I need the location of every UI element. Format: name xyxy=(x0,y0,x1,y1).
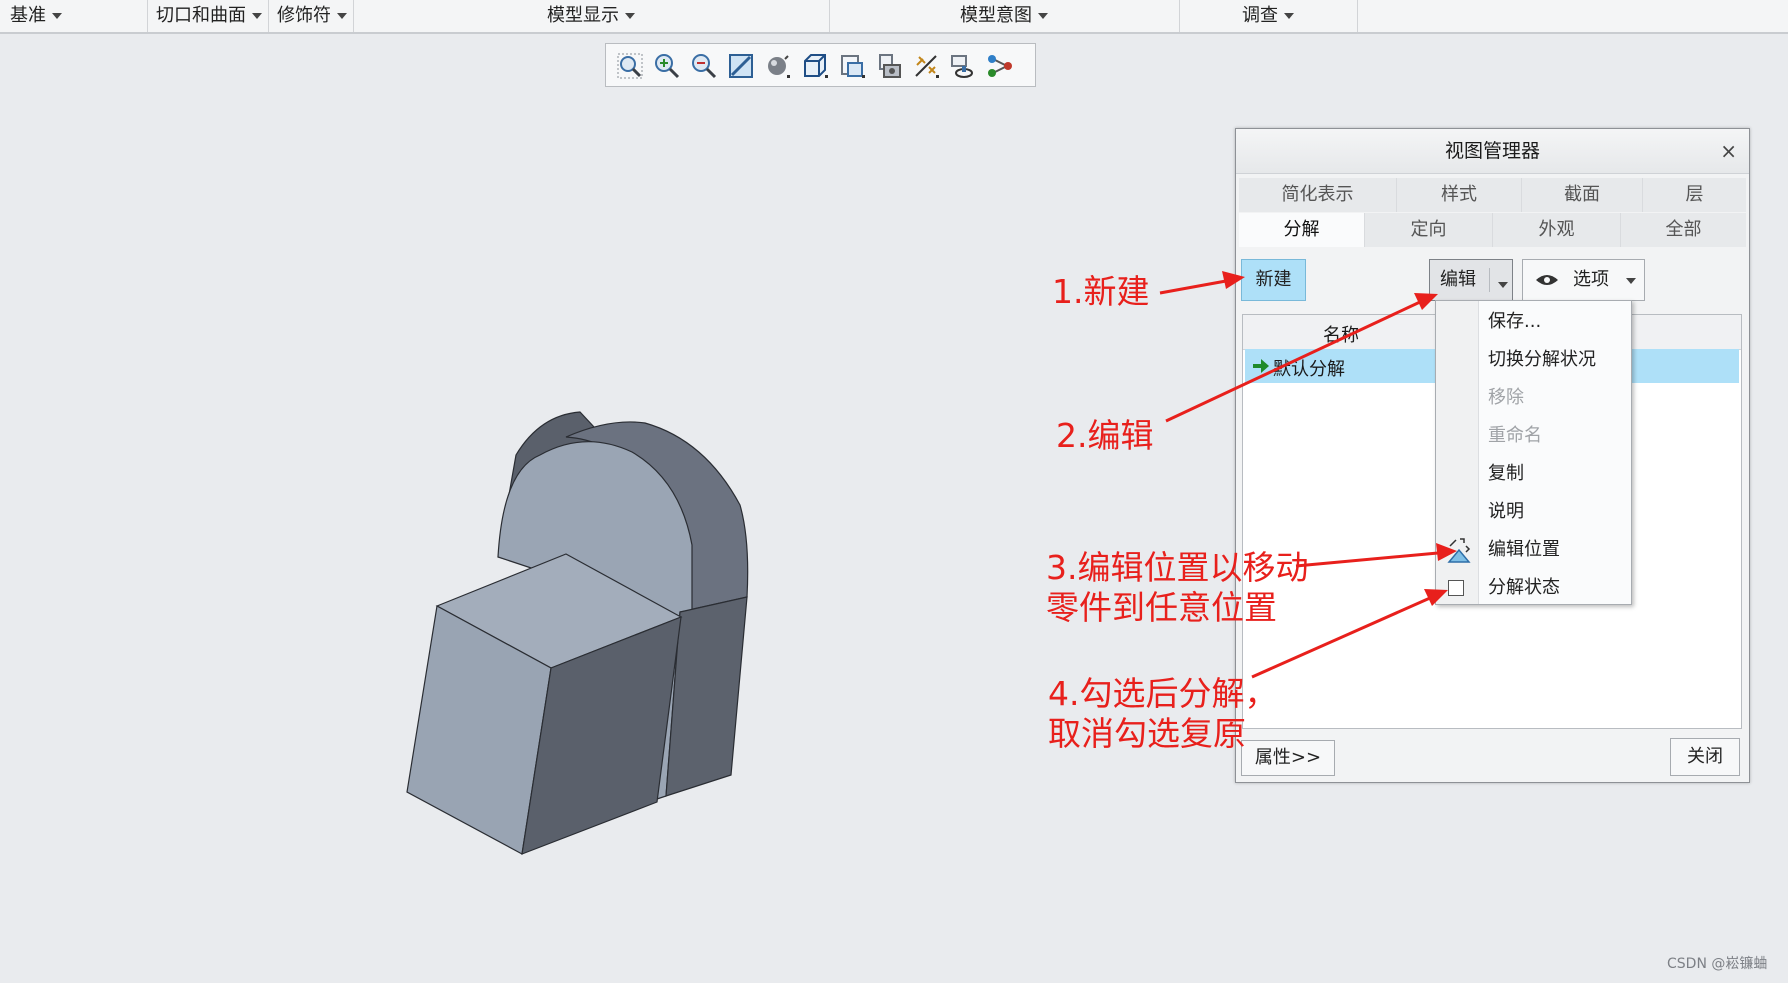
dialog-title: 视图管理器 xyxy=(1444,140,1540,162)
list-item-label: 默认分解 xyxy=(1273,359,1345,380)
chevron-down-icon xyxy=(1284,13,1294,19)
menu-item-rename: 重命名 xyxy=(1488,425,1542,446)
explode-state-checkbox[interactable] xyxy=(1448,580,1464,596)
chevron-down-icon xyxy=(625,13,635,19)
edit-button[interactable]: 编辑 xyxy=(1429,259,1513,301)
chevron-down-icon xyxy=(337,13,347,19)
ribbon-group-investigate[interactable]: 调查 xyxy=(1180,0,1358,32)
repaint-icon[interactable] xyxy=(726,51,756,81)
chevron-down-icon xyxy=(1626,278,1636,284)
ribbon-group-label: 调查 xyxy=(1242,5,1278,26)
tab-explode[interactable]: 分解 xyxy=(1239,213,1365,247)
new-button[interactable]: 新建 xyxy=(1241,259,1306,301)
tab-layer[interactable]: 层 xyxy=(1643,178,1746,212)
perspective-icon[interactable] xyxy=(874,51,904,81)
zoom-out-icon[interactable] xyxy=(689,51,719,81)
tab-row-2: 分解 定向 外观 全部 xyxy=(1239,213,1746,247)
chevron-down-icon xyxy=(1038,13,1048,19)
annotation-step3-line1: 3.编辑位置以移动 xyxy=(1046,548,1309,587)
zoom-in-icon[interactable] xyxy=(652,51,682,81)
annotation-step3-line2: 零件到任意位置 xyxy=(1046,588,1277,627)
options-button-label: 选项 xyxy=(1573,269,1609,290)
tab-all[interactable]: 全部 xyxy=(1621,213,1746,247)
ribbon-group-modifier[interactable]: 修饰符 xyxy=(269,0,354,32)
view-manager-icon[interactable] xyxy=(837,51,867,81)
close-button[interactable]: 关闭 xyxy=(1670,738,1740,776)
chevron-down-icon xyxy=(1497,282,1508,288)
edit-button-label: 编辑 xyxy=(1440,269,1476,290)
ribbon-group-label: 模型显示 xyxy=(547,5,619,26)
spin-center-icon[interactable] xyxy=(948,51,978,81)
eye-icon xyxy=(1536,275,1558,285)
ribbon-group-label: 修饰符 xyxy=(277,5,331,26)
close-icon[interactable]: × xyxy=(1720,129,1737,173)
display-style-icon[interactable] xyxy=(763,51,793,81)
tab-style[interactable]: 样式 xyxy=(1397,178,1522,212)
tab-row-1: 简化表示 样式 截面 层 xyxy=(1239,178,1746,212)
edit-dropdown-arrow[interactable] xyxy=(1489,268,1510,292)
chevron-down-icon xyxy=(252,13,262,19)
list-header-name: 名称 xyxy=(1323,325,1359,346)
ribbon-group-label: 模型意图 xyxy=(960,5,1032,26)
ribbon-group-cut-surface[interactable]: 切口和曲面 xyxy=(148,0,269,32)
ribbon-group-datum[interactable]: 基准 xyxy=(0,0,148,32)
annotation-display-icon[interactable] xyxy=(985,51,1015,81)
edit-dropdown-menu: 保存... 切换分解状况 移除 重命名 复制 说明 编辑位置 分解状态 xyxy=(1435,300,1632,605)
ribbon-group-model-display[interactable]: 模型显示 xyxy=(354,0,830,32)
menu-item-description[interactable]: 说明 xyxy=(1488,499,1524,525)
saved-orientations-icon[interactable] xyxy=(800,51,830,81)
annotation-step2: 2.编辑 xyxy=(1056,416,1154,455)
ribbon-group-model-intent[interactable]: 模型意图 xyxy=(830,0,1180,32)
datum-display-icon[interactable] xyxy=(911,51,941,81)
refit-icon[interactable] xyxy=(615,51,645,81)
properties-button[interactable]: 属性>> xyxy=(1241,740,1335,776)
watermark: CSDN @崧镰蛐 xyxy=(1667,956,1768,972)
ribbon-group-bar: 基准 切口和曲面 修饰符 模型显示 模型意图 调查 xyxy=(0,0,1788,34)
menu-item-remove: 移除 xyxy=(1488,387,1524,408)
ribbon-group-label: 基准 xyxy=(10,5,46,26)
menu-item-edit-position[interactable]: 编辑位置 xyxy=(1488,537,1560,563)
menu-item-save[interactable]: 保存... xyxy=(1488,309,1541,335)
annotation-step1: 1.新建 xyxy=(1052,272,1150,311)
menu-item-copy[interactable]: 复制 xyxy=(1488,461,1524,487)
options-button[interactable]: 选项 xyxy=(1522,259,1645,301)
tab-appearance[interactable]: 外观 xyxy=(1493,213,1621,247)
tab-orient[interactable]: 定向 xyxy=(1365,213,1493,247)
active-arrow-icon xyxy=(1253,359,1269,373)
model-block-part[interactable] xyxy=(406,553,683,855)
tab-section[interactable]: 截面 xyxy=(1522,178,1643,212)
annotation-step4-line1: 4.勾选后分解， xyxy=(1048,674,1278,713)
dialog-titlebar[interactable]: 视图管理器 × xyxy=(1236,129,1749,174)
menu-item-explode-state[interactable]: 分解状态 xyxy=(1488,575,1560,601)
arrow-to-new-button xyxy=(1159,271,1245,295)
model-arch-part[interactable] xyxy=(497,411,749,801)
graphics-toolbar xyxy=(605,43,1036,87)
tab-simplified-rep[interactable]: 简化表示 xyxy=(1239,178,1397,212)
chevron-down-icon xyxy=(52,13,62,19)
edit-position-icon xyxy=(1447,538,1471,563)
menu-item-toggle-explode[interactable]: 切换分解状况 xyxy=(1488,347,1596,373)
ribbon-group-label: 切口和曲面 xyxy=(156,5,246,26)
annotation-step4-line2: 取消勾选复原 xyxy=(1048,714,1246,753)
